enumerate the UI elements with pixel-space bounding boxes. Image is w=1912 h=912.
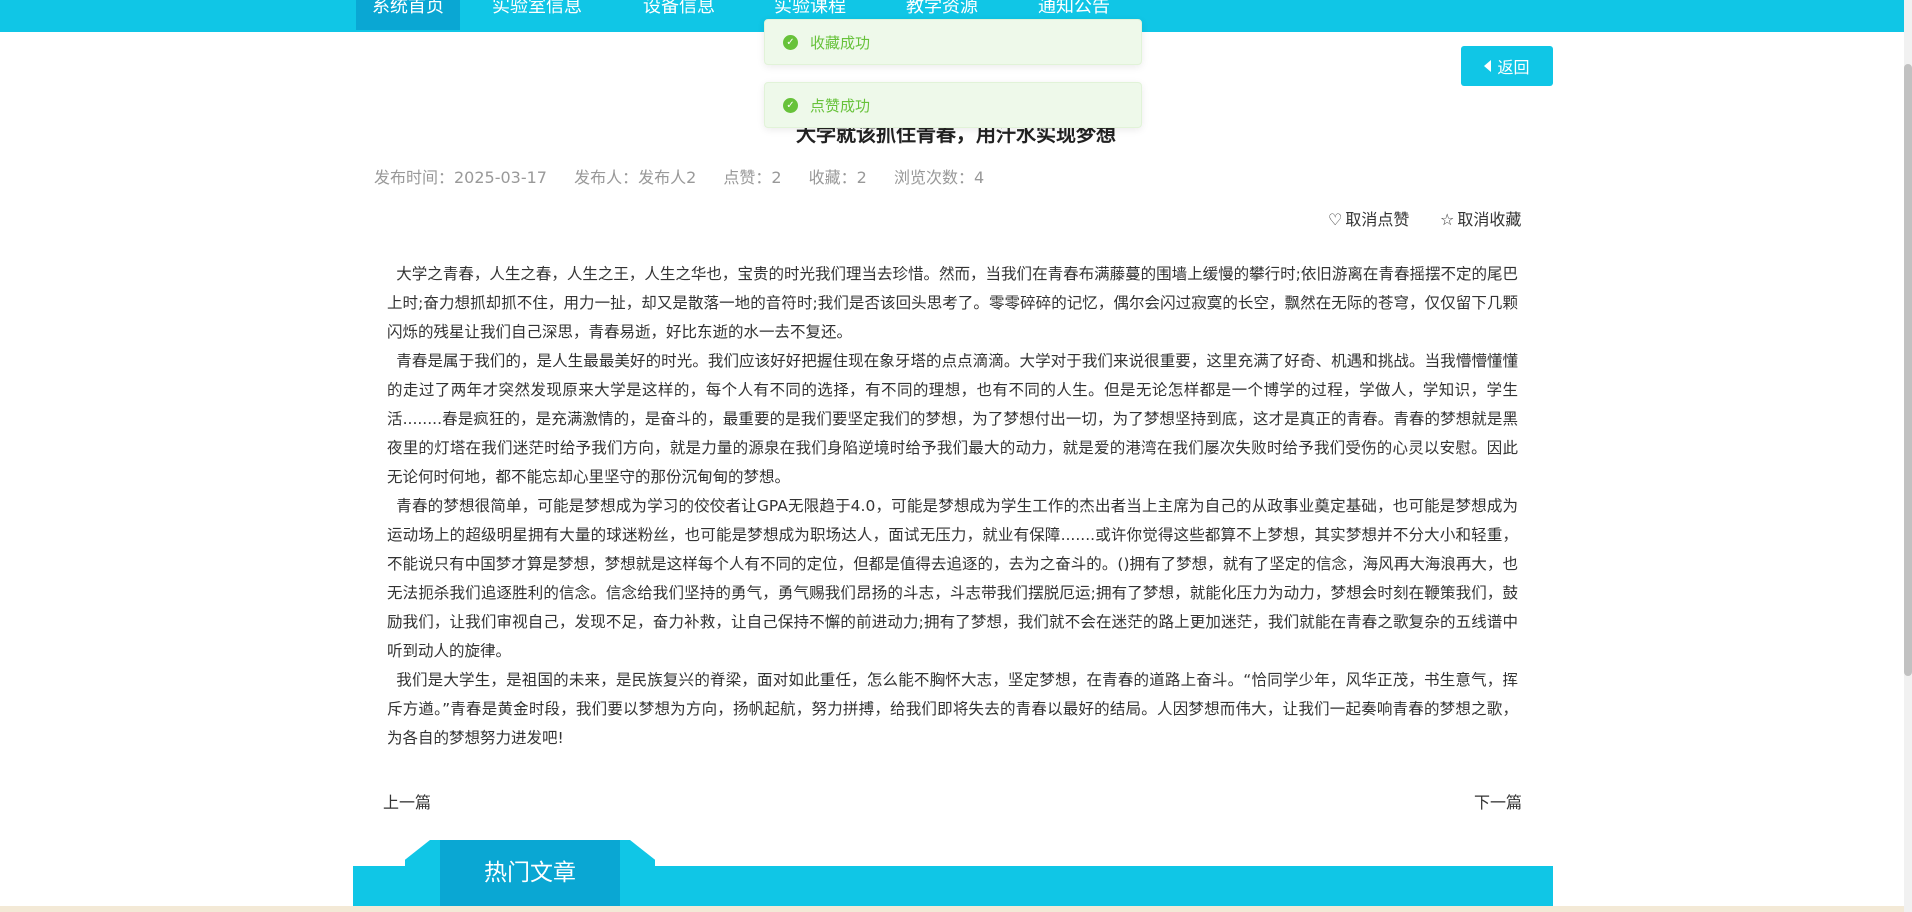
paragraph: 青春的梦想很简单，可能是梦想成为学习的佼佼者让GPA无限趋于4.0，可能是梦想成… (387, 497, 1518, 660)
collect-count: 收藏：2 (808, 168, 867, 187)
toast-message: 点赞成功 (810, 96, 871, 115)
page: 系统首页 实验室信息 设备信息 实验课程 教学资源 通知公告 返回 大学就该抓住… (0, 0, 1912, 912)
paragraph: 我们是大学生，是祖国的未来，是民族复兴的脊梁，面对如此重任，怎么能不胸怀大志，坚… (387, 671, 1518, 747)
check-circle-icon: ✓ (783, 97, 798, 113)
nav-item-lab-info[interactable]: 实验室信息 (492, 0, 582, 30)
article-meta: 发布时间：2025-03-17 发布人：发布人2 点赞：2 收藏：2 浏览次数：… (374, 164, 1006, 188)
nav-item-home[interactable]: 系统首页 (356, 0, 460, 30)
paragraph: 大学之青春，人生之春，人生之王，人生之华也，宝贵的时光我们理当去珍惜。然而，当我… (387, 265, 1518, 341)
paragraph: 青春是属于我们的，是人生最最美好的时光。我们应该好好把握住现在象牙塔的点点滴滴。… (387, 352, 1518, 486)
back-button[interactable]: 返回 (1461, 46, 1553, 86)
publisher: 发布人：发布人2 (574, 168, 697, 187)
unlike-button[interactable]: ♡ 取消点赞 (1328, 206, 1409, 230)
unlike-label: 取消点赞 (1345, 210, 1410, 229)
toast-message: 收藏成功 (810, 33, 871, 52)
bottom-divider (0, 906, 1912, 912)
uncollect-label: 取消收藏 (1457, 210, 1522, 229)
view-count: 浏览次数：4 (893, 168, 985, 187)
star-icon: ☆ (1440, 210, 1455, 229)
uncollect-button[interactable]: ☆ 取消收藏 (1440, 206, 1521, 230)
check-circle-icon: ✓ (783, 34, 798, 50)
heart-icon: ♡ (1328, 210, 1343, 229)
back-button-label: 返回 (1497, 58, 1530, 77)
publish-time: 发布时间：2025-03-17 (374, 168, 547, 187)
like-count: 点赞：2 (723, 168, 782, 187)
nav-item-equipment[interactable]: 设备信息 (643, 0, 715, 30)
caret-left-icon (1484, 60, 1492, 72)
toast-collect-success: ✓ 收藏成功 (764, 19, 1142, 65)
prev-article-link[interactable]: 上一篇 (383, 789, 431, 813)
hot-articles-heading: 热门文章 (440, 840, 620, 906)
toast-like-success: ✓ 点赞成功 (764, 82, 1142, 128)
article-content: 大学之青春，人生之春，人生之王，人生之华也，宝贵的时光我们理当去珍惜。然而，当我… (387, 260, 1518, 753)
next-article-link[interactable]: 下一篇 (1474, 789, 1522, 813)
page-scrollbar[interactable] (1904, 0, 1912, 912)
scrollbar-thumb[interactable] (1904, 64, 1912, 676)
